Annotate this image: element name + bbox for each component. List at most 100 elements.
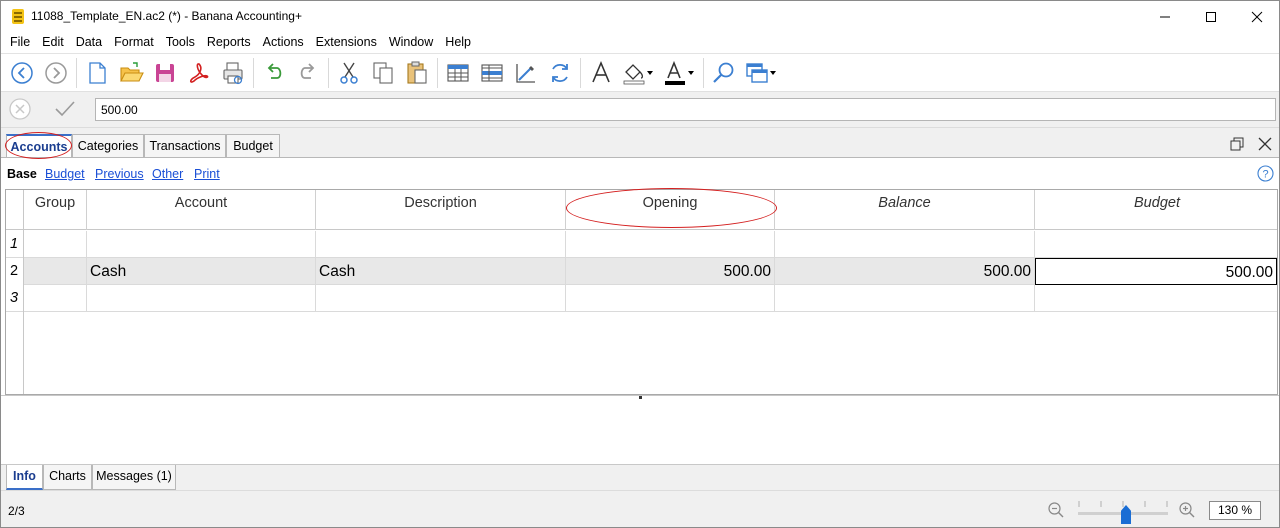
windows-icon (746, 62, 776, 83)
menu-tools[interactable]: Tools (160, 32, 201, 53)
minimize-icon (1160, 16, 1170, 17)
view-print[interactable]: Print (194, 167, 220, 181)
save-button[interactable] (149, 57, 180, 89)
zoom-out-icon[interactable] (1047, 501, 1065, 519)
back-button[interactable] (6, 57, 37, 89)
insert-rows-button[interactable] (442, 57, 473, 89)
menu-window[interactable]: Window (383, 32, 439, 53)
fill-color-button[interactable] (619, 57, 657, 89)
info-panel (1, 395, 1279, 464)
view-other[interactable]: Other (152, 167, 183, 181)
header-account[interactable]: Account (87, 190, 316, 230)
font-button[interactable] (585, 57, 616, 89)
menu-file[interactable]: File (4, 32, 36, 53)
header-budget[interactable]: Budget (1035, 190, 1277, 230)
edit-columns-icon (515, 63, 535, 83)
menu-edit[interactable]: Edit (36, 32, 70, 53)
menu-help[interactable]: Help (439, 32, 477, 53)
cell-edit-bar: 500.00 (1, 91, 1279, 127)
toolbar-separator (580, 57, 581, 88)
cell-group[interactable] (24, 258, 87, 285)
row-number: 3 (6, 285, 24, 312)
zoom-in-icon[interactable] (1178, 501, 1196, 519)
open-folder-icon (119, 61, 144, 82)
windows-button[interactable] (742, 57, 780, 89)
info-tabs: Info Charts Messages (1) (1, 464, 1279, 490)
menu-extensions[interactable]: Extensions (310, 32, 383, 53)
cell-account[interactable] (87, 285, 316, 312)
menu-actions[interactable]: Actions (257, 32, 310, 53)
confirm-edit-icon[interactable] (53, 97, 77, 121)
header-opening[interactable]: Opening (566, 190, 775, 230)
row-number: 1 (6, 231, 24, 258)
table-row[interactable]: 1 (6, 231, 1277, 258)
row-number: 2 (6, 258, 24, 285)
cell-group[interactable] (24, 231, 87, 258)
cell-value-input[interactable]: 500.00 (95, 98, 1276, 121)
cell-group[interactable] (24, 285, 87, 312)
zoom-slider-thumb[interactable] (1121, 505, 1131, 524)
cell-budget-active[interactable]: 500.00 (1035, 258, 1277, 285)
tab-messages[interactable]: Messages (1) (92, 465, 176, 490)
cell-account[interactable] (87, 231, 316, 258)
header-balance[interactable]: Balance (775, 190, 1035, 230)
cell-description[interactable]: Cash (316, 258, 566, 285)
print-preview-button[interactable] (217, 57, 248, 89)
zoom-level[interactable]: 130 % (1209, 501, 1261, 520)
redo-button[interactable] (292, 57, 323, 89)
header-description[interactable]: Description (316, 190, 566, 230)
table-row-selected[interactable]: 2 Cash Cash 500.00 500.00 500.00 (6, 258, 1277, 285)
tab-charts[interactable]: Charts (43, 465, 92, 490)
splitter-handle[interactable] (639, 396, 642, 399)
edit-columns-button[interactable] (510, 57, 541, 89)
cell-balance[interactable]: 500.00 (775, 258, 1035, 285)
search-button[interactable] (708, 57, 739, 89)
cell-opening[interactable] (566, 231, 775, 258)
close-panel-icon[interactable] (1257, 136, 1273, 152)
cell-opening[interactable]: 500.00 (566, 258, 775, 285)
text-color-button[interactable] (660, 57, 698, 89)
cell-budget[interactable] (1035, 231, 1277, 258)
view-budget[interactable]: Budget (45, 167, 85, 181)
paste-button[interactable] (401, 57, 432, 89)
help-icon[interactable]: ? (1257, 165, 1274, 182)
cell-balance[interactable] (775, 285, 1035, 312)
export-pdf-button[interactable] (183, 57, 214, 89)
tab-transactions[interactable]: Transactions (144, 134, 226, 158)
add-row-button[interactable] (476, 57, 507, 89)
tab-info[interactable]: Info (6, 465, 43, 490)
table-row[interactable]: 3 (6, 285, 1277, 312)
recalculate-button[interactable] (544, 57, 575, 89)
cell-balance[interactable] (775, 231, 1035, 258)
cell-opening[interactable] (566, 285, 775, 312)
view-previous[interactable]: Previous (95, 167, 144, 181)
menu-reports[interactable]: Reports (201, 32, 257, 53)
header-group[interactable]: Group (24, 190, 87, 230)
zoom-slider-ticks (1078, 501, 1168, 507)
undo-button[interactable] (258, 57, 289, 89)
forward-button[interactable] (40, 57, 71, 89)
new-file-button[interactable] (81, 57, 112, 89)
copy-button[interactable] (367, 57, 398, 89)
cell-description[interactable] (316, 285, 566, 312)
cancel-edit-icon[interactable] (8, 97, 32, 121)
cell-account[interactable]: Cash (87, 258, 316, 285)
menu-data[interactable]: Data (70, 32, 108, 53)
cell-budget[interactable] (1035, 285, 1277, 312)
tab-budget[interactable]: Budget (226, 134, 280, 158)
maximize-button[interactable] (1188, 1, 1234, 32)
cut-button[interactable] (333, 57, 364, 89)
close-window-button[interactable] (1234, 1, 1280, 32)
open-file-button[interactable] (115, 57, 146, 89)
menu-format[interactable]: Format (108, 32, 160, 53)
cell-description[interactable] (316, 231, 566, 258)
toolbar-separator (328, 57, 329, 88)
new-file-icon (88, 61, 106, 84)
restore-panel-icon[interactable] (1229, 136, 1245, 152)
tab-categories[interactable]: Categories (72, 134, 144, 158)
minimize-button[interactable] (1142, 1, 1188, 32)
app-window: 11088_Template_EN.ac2 (*) - Banana Accou… (0, 0, 1280, 528)
tab-accounts[interactable]: Accounts (6, 134, 72, 159)
add-row-icon (480, 63, 503, 82)
view-base[interactable]: Base (7, 167, 37, 181)
